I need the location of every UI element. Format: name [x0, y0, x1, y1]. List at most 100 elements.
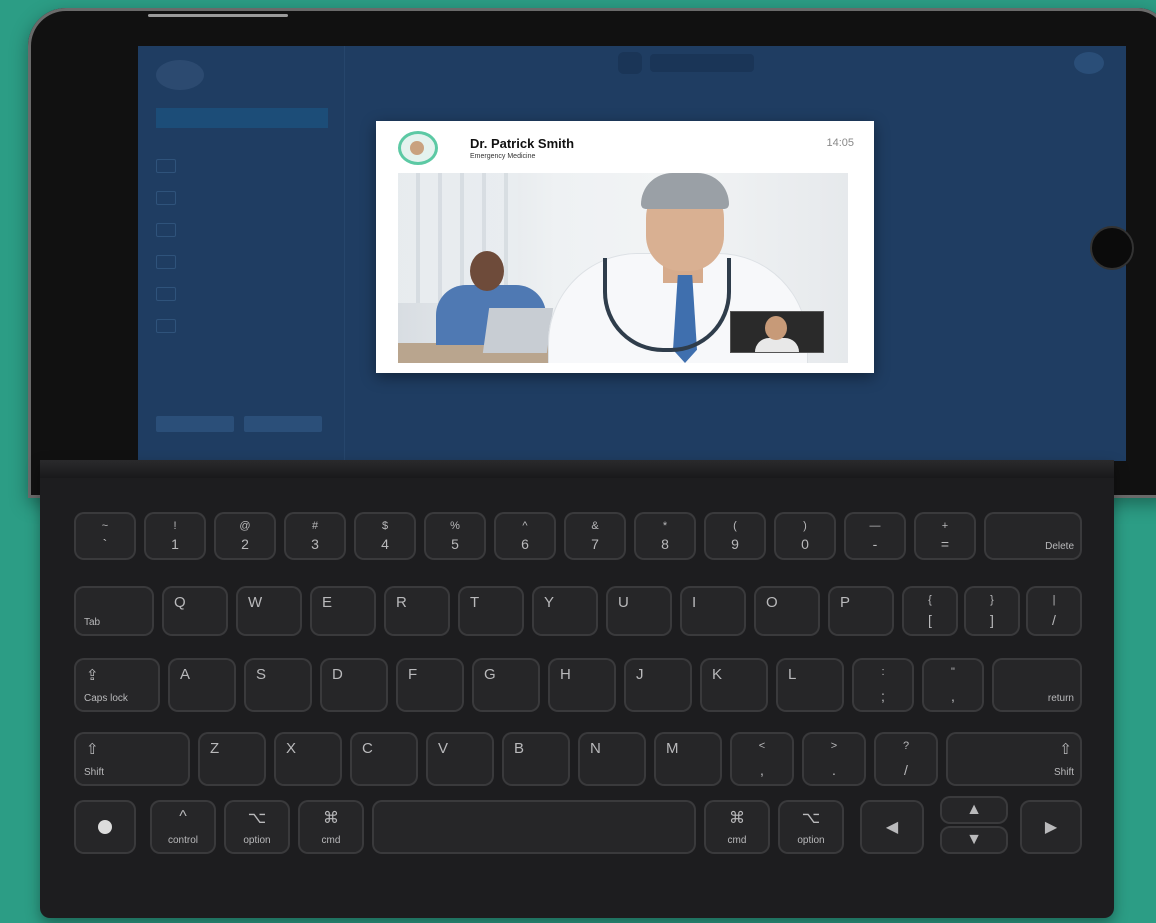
key-a[interactable]: A: [168, 658, 236, 712]
key-m[interactable]: M: [654, 732, 722, 786]
menu-icon: [156, 223, 176, 237]
sidebar-item[interactable]: [156, 214, 336, 246]
key-x[interactable]: X: [274, 732, 342, 786]
sidebar-item[interactable]: [156, 246, 336, 278]
key-return[interactable]: return: [992, 658, 1082, 712]
key-f[interactable]: F: [396, 658, 464, 712]
key-3[interactable]: #3: [284, 512, 346, 560]
brand-logo-icon: [618, 52, 754, 74]
key-globe[interactable]: [74, 800, 136, 854]
key-8[interactable]: * 8: [634, 512, 696, 560]
key-left-option[interactable]: ⌥ option: [224, 800, 290, 854]
key-left-shift[interactable]: ⇧ Shift: [74, 732, 190, 786]
key-control[interactable]: ^ control: [150, 800, 216, 854]
key-6[interactable]: ^ 6: [494, 512, 556, 560]
key-e[interactable]: E: [310, 586, 376, 636]
key-arrow-down[interactable]: ▼: [940, 826, 1008, 854]
key-right-option[interactable]: ⌥ option: [778, 800, 844, 854]
tablet-edge: [148, 14, 288, 17]
key-arrow-up[interactable]: ▲: [940, 796, 1008, 824]
key-arrow-left[interactable]: ◀: [860, 800, 924, 854]
key-r[interactable]: R: [384, 586, 450, 636]
key-s[interactable]: S: [244, 658, 312, 712]
key-delete[interactable]: Delete: [984, 512, 1082, 560]
key-n[interactable]: N: [578, 732, 646, 786]
sidebar-item[interactable]: [156, 182, 336, 214]
key-p[interactable]: P: [828, 586, 894, 636]
video-call-modal: Dr. Patrick Smith Emergency Medicine 14:…: [376, 121, 874, 373]
key-backtick[interactable]: ~ `: [74, 512, 136, 560]
key-g[interactable]: G: [472, 658, 540, 712]
key-o[interactable]: O: [754, 586, 820, 636]
key-0[interactable]: ) 0: [774, 512, 836, 560]
menu-icon: [156, 255, 176, 269]
key-tab[interactable]: Tab: [74, 586, 154, 636]
key-d[interactable]: D: [320, 658, 388, 712]
app-menu: [156, 150, 336, 342]
key-arrow-right[interactable]: ▶: [1020, 800, 1082, 854]
self-view-thumbnail[interactable]: [730, 311, 824, 353]
key-left-cmd[interactable]: ⌘ cmd: [298, 800, 364, 854]
menu-icon: [156, 287, 176, 301]
app-logo: [156, 60, 204, 90]
key-period[interactable]: >.: [802, 732, 866, 786]
app-store-badge[interactable]: [156, 416, 234, 432]
arrow-up-icon: ▲: [966, 801, 982, 818]
key-quote[interactable]: ",: [922, 658, 984, 712]
key-left-bracket[interactable]: {[: [902, 586, 958, 636]
new-appointment-button[interactable]: [156, 108, 328, 128]
keyboard: ~ ` ! 1 @2 #3 $4 % 5 ^ 6 & 7 * 8 (9 ) 0 — - + = D…: [40, 460, 1114, 918]
option-icon: ⌥: [247, 810, 267, 827]
shift-icon: ⇧: [1059, 741, 1072, 758]
key-q[interactable]: Q: [162, 586, 228, 636]
key-comma[interactable]: <,: [730, 732, 794, 786]
key-caps-lock[interactable]: ⇪ Caps lock: [74, 658, 160, 712]
key-u[interactable]: U: [606, 586, 672, 636]
key-k[interactable]: K: [700, 658, 768, 712]
sidebar-item[interactable]: [156, 150, 336, 182]
key-y[interactable]: Y: [532, 586, 598, 636]
caps-lock-icon: ⇪: [86, 667, 99, 684]
command-icon: ⌘: [729, 810, 745, 827]
key-slash[interactable]: ? /: [874, 732, 938, 786]
key-2[interactable]: @2: [214, 512, 276, 560]
menu-icon: [156, 159, 176, 173]
key-h[interactable]: H: [548, 658, 616, 712]
key-right-shift[interactable]: ⇧ Shift: [946, 732, 1082, 786]
key-7[interactable]: & 7: [564, 512, 626, 560]
key-right-bracket[interactable]: }]: [964, 586, 1020, 636]
key-w[interactable]: W: [236, 586, 302, 636]
key-5[interactable]: % 5: [424, 512, 486, 560]
arrow-right-icon: ▶: [1044, 819, 1058, 836]
key-t[interactable]: T: [458, 586, 524, 636]
app-sidebar: [138, 46, 345, 461]
key-b[interactable]: B: [502, 732, 570, 786]
doctor-specialty: Emergency Medicine: [470, 153, 536, 160]
tablet-screen: Dr. Patrick Smith Emergency Medicine 14:…: [138, 46, 1126, 461]
key-space[interactable]: [372, 800, 696, 854]
key-4[interactable]: $4: [354, 512, 416, 560]
key-minus[interactable]: — -: [844, 512, 906, 560]
option-icon: ⌥: [801, 810, 821, 827]
key-backslash[interactable]: | /: [1026, 586, 1082, 636]
key-1[interactable]: ! 1: [144, 512, 206, 560]
key-i[interactable]: I: [680, 586, 746, 636]
key-j[interactable]: J: [624, 658, 692, 712]
key-semicolon[interactable]: :;: [852, 658, 914, 712]
command-icon: ⌘: [323, 810, 339, 827]
home-button[interactable]: [1090, 226, 1134, 270]
tablet: Dr. Patrick Smith Emergency Medicine 14:…: [28, 8, 1156, 498]
arrow-left-icon: ◀: [885, 819, 899, 836]
sidebar-item[interactable]: [156, 278, 336, 310]
key-equals[interactable]: + =: [914, 512, 976, 560]
doctor-name: Dr. Patrick Smith: [470, 136, 575, 151]
key-z[interactable]: Z: [198, 732, 266, 786]
key-l[interactable]: L: [776, 658, 844, 712]
user-avatar[interactable]: [1074, 52, 1104, 74]
key-c[interactable]: C: [350, 732, 418, 786]
key-9[interactable]: (9: [704, 512, 766, 560]
sidebar-item[interactable]: [156, 310, 336, 342]
google-play-badge[interactable]: [244, 416, 322, 432]
key-right-cmd[interactable]: ⌘ cmd: [704, 800, 770, 854]
key-v[interactable]: V: [426, 732, 494, 786]
